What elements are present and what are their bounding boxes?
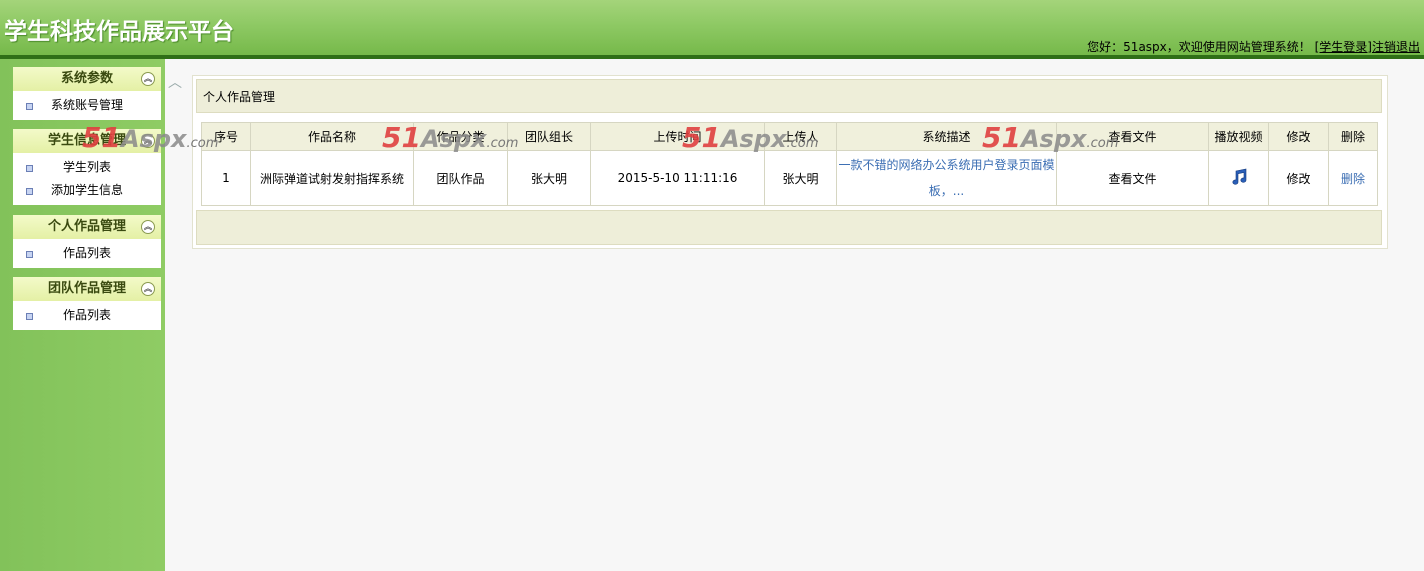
music-note-icon[interactable] <box>1230 168 1248 186</box>
watermark-num: 51 <box>82 121 121 154</box>
menu-group-body: 学生列表 添加学生信息 <box>13 153 161 205</box>
collapse-sidebar-icon[interactable]: ︿ <box>168 72 182 92</box>
logout-link[interactable]: 注销退出 <box>1372 40 1420 54</box>
bullet-icon <box>26 188 33 195</box>
description-line: 板，... <box>928 184 965 198</box>
sidebar-item-label: 学生列表 <box>62 160 111 174</box>
collapse-icon[interactable]: ︽ <box>141 220 155 234</box>
watermark-logo: 51Aspx.com <box>682 121 819 154</box>
watermark-suffix: .com <box>1086 136 1119 151</box>
app-header: 学生科技作品展示平台 您好：51aspx，欢迎使用网站管理系统！ [学生登录]注… <box>0 0 1424 55</box>
sidebar-item-label: 作品列表 <box>62 246 111 260</box>
table-row: 1 洲际弹道试射发射指挥系统 团队作品 张大明 2015-5-10 11:11:… <box>201 150 1378 206</box>
watermark-logo: 51Aspx.com <box>382 121 519 154</box>
cell-category: 团队作品 <box>413 150 508 206</box>
menu-group-header[interactable]: 团队作品管理 ︽ <box>13 277 161 301</box>
watermark-logo: 51Aspx.com <box>982 121 1119 154</box>
cell-team-leader: 张大明 <box>507 150 591 206</box>
bullet-icon <box>26 165 33 172</box>
cell-play-video <box>1208 150 1269 206</box>
cell-work-name: 洲际弹道试射发射指挥系统 <box>250 150 414 206</box>
menu-group-title: 个人作品管理 <box>47 219 126 234</box>
menu-group-body: 系统账号管理 <box>13 91 161 120</box>
watermark-brand: Aspx <box>720 125 787 153</box>
menu-group-header[interactable]: 系统参数 ︽ <box>13 67 161 91</box>
bullet-icon <box>26 313 33 320</box>
sidebar-item-team-works-list[interactable]: 作品列表 <box>13 304 161 327</box>
watermark-num: 51 <box>982 121 1021 154</box>
edit-link[interactable]: 修改 <box>1268 150 1329 206</box>
menu-group-system-params: 系统参数 ︽ 系统账号管理 <box>13 67 161 120</box>
description-line: 一款不错的网络办公系统用户登录页面模 <box>838 158 1055 172</box>
sidebar-item-student-list[interactable]: 学生列表 <box>13 156 161 179</box>
header-divider <box>0 55 1424 59</box>
welcome-bar: 您好：51aspx，欢迎使用网站管理系统！ [学生登录]注销退出 <box>1087 38 1420 55</box>
column-header: 播放视频 <box>1208 122 1269 151</box>
column-header: 删除 <box>1328 122 1378 151</box>
view-file-link[interactable]: 查看文件 <box>1056 150 1209 206</box>
collapse-icon[interactable]: ︽ <box>141 282 155 296</box>
watermark-brand: Aspx <box>420 125 487 153</box>
app-title: 学生科技作品展示平台 <box>4 19 234 45</box>
sidebar-item-label: 系统账号管理 <box>50 98 123 112</box>
cell-uploader: 张大明 <box>764 150 837 206</box>
menu-group-team-works: 团队作品管理 ︽ 作品列表 <box>13 277 161 330</box>
welcome-text: 您好：51aspx，欢迎使用网站管理系统！ <box>1087 40 1311 54</box>
watermark-suffix: .com <box>786 136 819 151</box>
content-panel: 个人作品管理 序号 作品名称 作品分类 团队组长 上传时间 上传人 系统描述 查… <box>192 75 1388 249</box>
menu-group-body: 作品列表 <box>13 301 161 330</box>
sidebar-item-add-student[interactable]: 添加学生信息 <box>13 179 161 202</box>
cell-upload-time: 2015-5-10 11:11:16 <box>590 150 765 206</box>
menu-group-title: 团队作品管理 <box>47 281 126 296</box>
column-header: 修改 <box>1268 122 1329 151</box>
bullet-icon <box>26 251 33 258</box>
delete-link[interactable]: 删除 <box>1341 172 1365 186</box>
sidebar-item-personal-works-list[interactable]: 作品列表 <box>13 242 161 265</box>
watermark-brand: Aspx <box>1020 125 1087 153</box>
watermark-suffix: .com <box>486 136 519 151</box>
panel-footer <box>196 210 1382 245</box>
menu-group-header[interactable]: 个人作品管理 ︽ <box>13 215 161 239</box>
collapse-icon[interactable]: ︽ <box>141 72 155 86</box>
menu-group-personal-works: 个人作品管理 ︽ 作品列表 <box>13 215 161 268</box>
watermark-suffix: .com <box>186 136 219 151</box>
bullet-icon <box>26 103 33 110</box>
page-title: 个人作品管理 <box>196 79 1382 113</box>
cell-description-link[interactable]: 一款不错的网络办公系统用户登录页面模 板，... <box>836 150 1057 206</box>
menu-group-body: 作品列表 <box>13 239 161 268</box>
cell-index: 1 <box>201 150 251 206</box>
sidebar-item-system-accounts[interactable]: 系统账号管理 <box>13 94 161 117</box>
student-login-link[interactable]: [学生登录] <box>1315 40 1372 54</box>
sidebar-item-label: 作品列表 <box>62 308 111 322</box>
menu-group-title: 系统参数 <box>60 71 113 86</box>
cell-delete: 删除 <box>1328 150 1378 206</box>
watermark-logo: 51Aspx.com <box>82 121 219 154</box>
sidebar-item-label: 添加学生信息 <box>50 183 123 197</box>
watermark-num: 51 <box>382 121 421 154</box>
column-header: 团队组长 <box>507 122 591 151</box>
watermark-num: 51 <box>682 121 721 154</box>
watermark-brand: Aspx <box>120 125 187 153</box>
